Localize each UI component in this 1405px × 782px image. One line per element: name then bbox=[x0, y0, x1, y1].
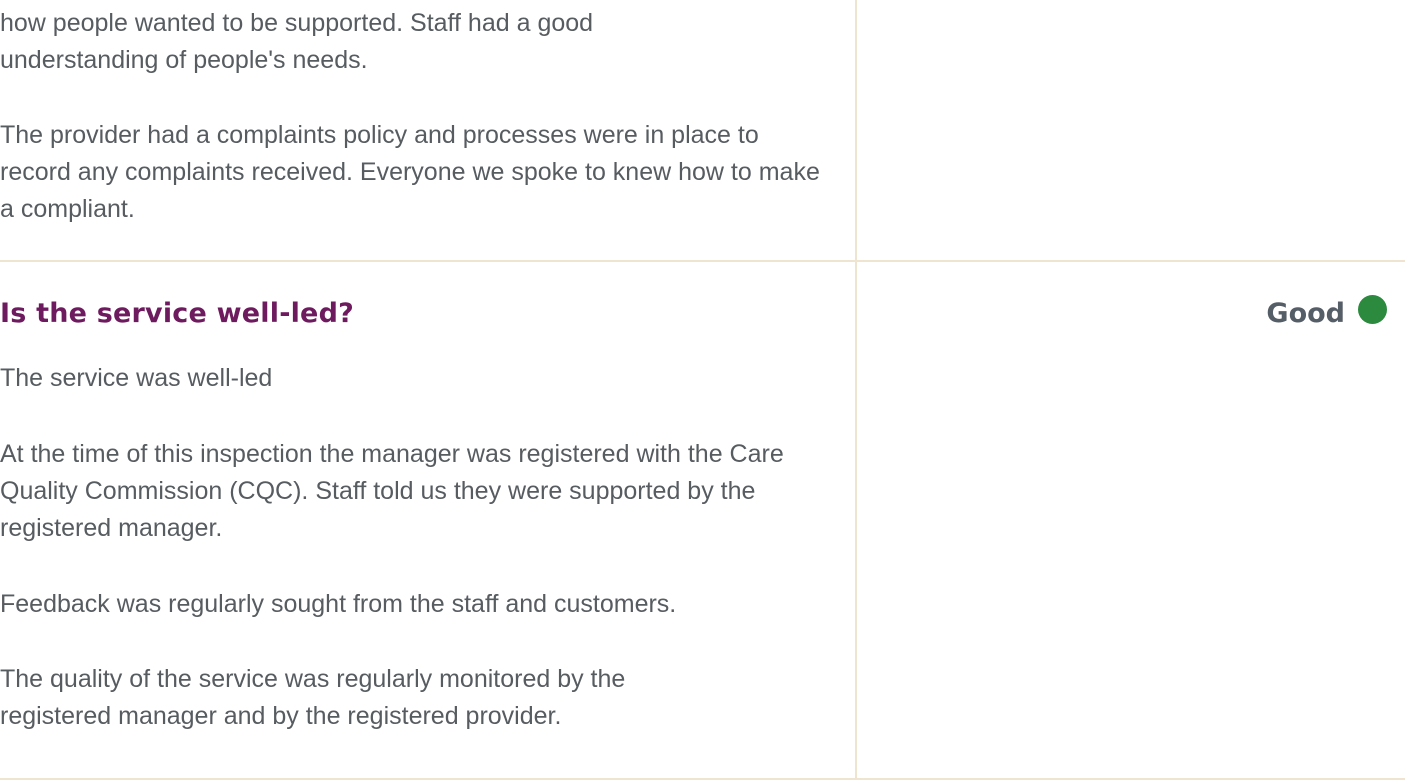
responsive-section-row: how people wanted to be supported. Staff… bbox=[0, 0, 1405, 262]
responsive-paragraph-2: The provider had a complaints policy and… bbox=[0, 121, 820, 223]
column-divider bbox=[855, 0, 857, 780]
well-led-paragraph-3: Feedback was regularly sought from the s… bbox=[0, 590, 677, 618]
rating-indicator: Good bbox=[1266, 294, 1387, 334]
rating-status-dot-icon bbox=[1358, 294, 1387, 324]
well-led-section-row: Is the service well-led? The service was… bbox=[0, 262, 1405, 780]
section-heading: Is the service well-led? bbox=[0, 298, 354, 329]
responsive-paragraph-1: how people wanted to be supported. Staff… bbox=[0, 9, 594, 74]
well-led-paragraph-4: The quality of the service was regularly… bbox=[0, 665, 626, 730]
well-led-paragraph-2: At the time of this inspection the manag… bbox=[0, 440, 784, 542]
well-led-paragraph-1: The service was well-led bbox=[0, 364, 273, 392]
inspection-table: how people wanted to be supported. Staff… bbox=[0, 0, 1405, 782]
rating-label: Good bbox=[1266, 298, 1345, 329]
